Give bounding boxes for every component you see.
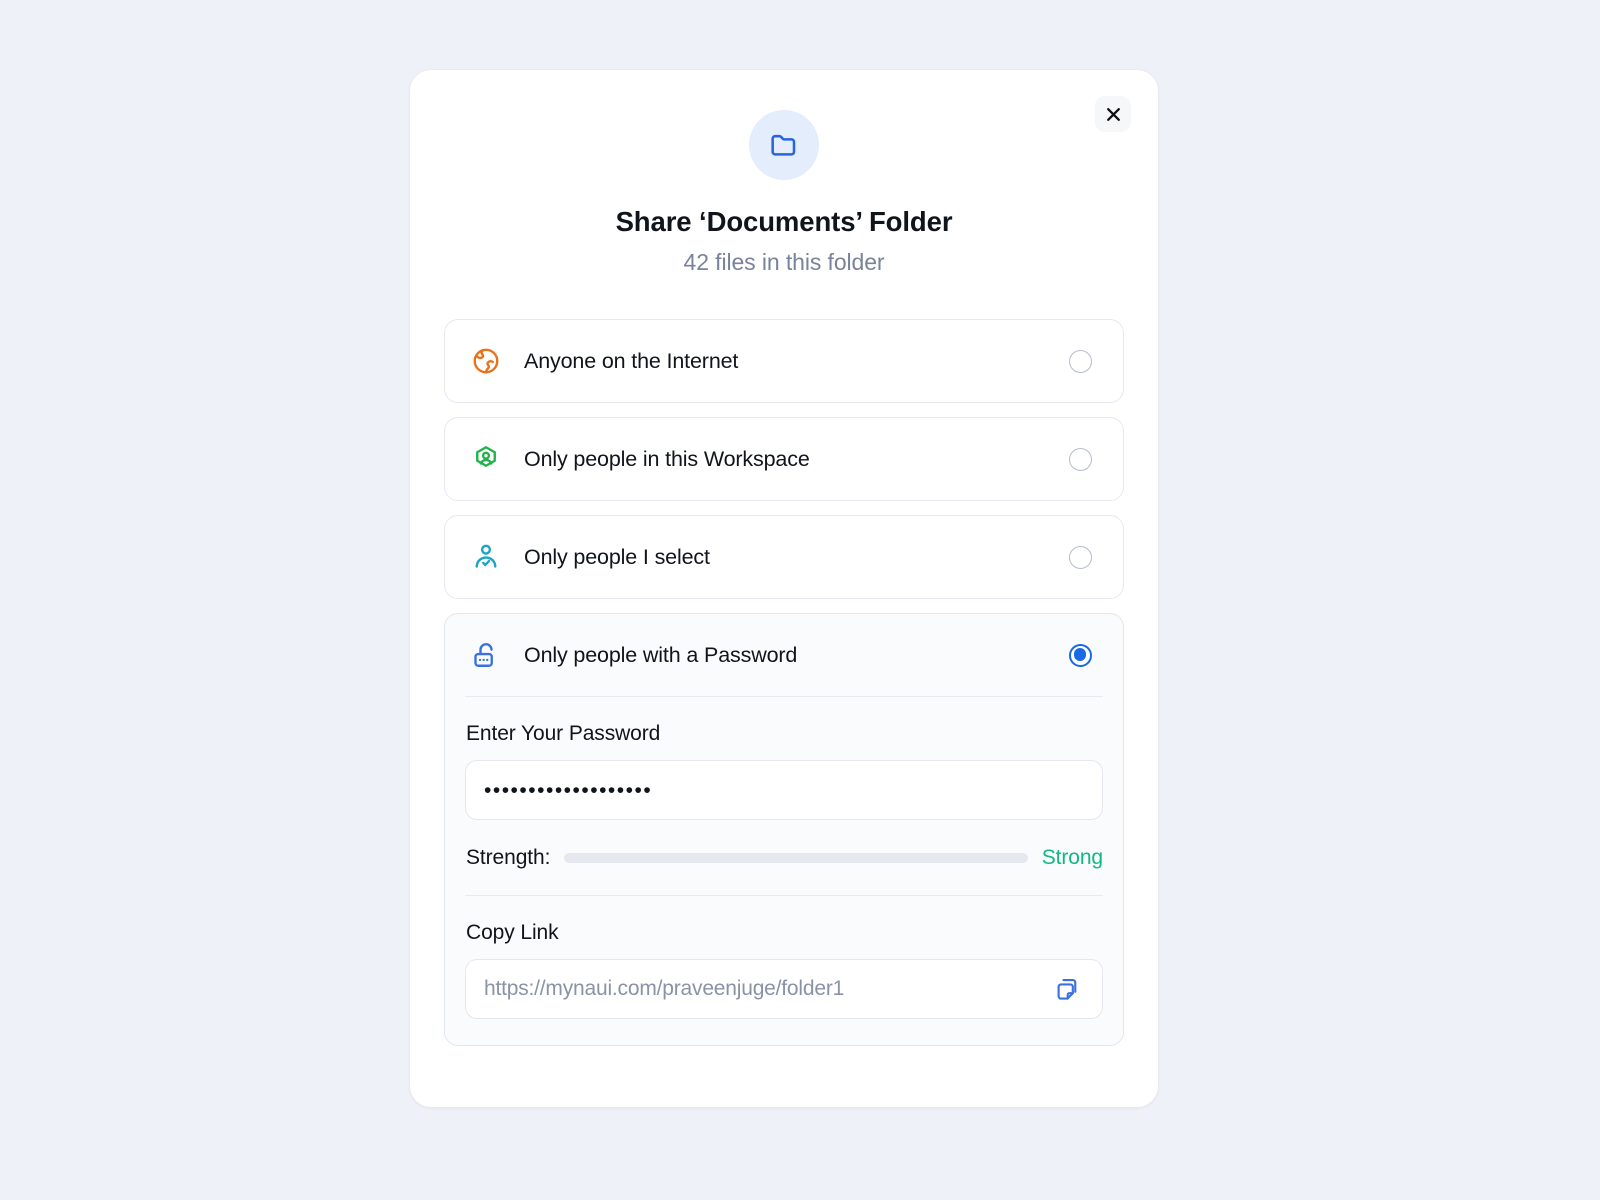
copy-link-label: Copy Link: [466, 921, 559, 944]
panel-divider-top: [465, 696, 1103, 697]
app-root: Share ‘Documents’ Folder 42 files in thi…: [0, 0, 1600, 1200]
share-option-label: Anyone on the Internet: [524, 348, 739, 373]
share-option-label: Only people I select: [524, 544, 710, 569]
password-masked-value: •••••••••••••••••••: [484, 778, 653, 802]
radio-anyone-internet[interactable]: [1069, 349, 1092, 373]
share-option-label: Only people in this Workspace: [524, 446, 810, 471]
share-link-value: https://mynaui.com/praveenjuge/folder1: [484, 977, 845, 1000]
file-count-subtitle: 42 files in this folder: [683, 249, 885, 275]
user-check-icon: [467, 538, 505, 576]
radio-workspace-people[interactable]: [1069, 447, 1092, 471]
strength-label: Strength:: [466, 846, 551, 869]
page-title: Share ‘Documents’ Folder: [615, 206, 953, 237]
password-field-label: Enter Your Password: [466, 722, 661, 745]
copy-link-input[interactable]: https://mynaui.com/praveenjuge/folder1: [465, 959, 1103, 1019]
folder-icon: [749, 110, 819, 180]
share-folder-modal: Share ‘Documents’ Folder 42 files in thi…: [409, 69, 1159, 1108]
share-option-workspace-people[interactable]: Only people in this Workspace: [444, 417, 1124, 501]
close-icon[interactable]: [1095, 96, 1131, 132]
unlock-icon: [467, 636, 505, 674]
copy-icon[interactable]: [1050, 972, 1084, 1006]
password-input[interactable]: •••••••••••••••••••: [465, 760, 1103, 820]
radio-password-people[interactable]: [1069, 643, 1092, 667]
strength-bar-track: [564, 853, 1028, 863]
panel-divider-bottom: [465, 895, 1103, 896]
password-panel: Enter Your Password ••••••••••••••••••• …: [445, 696, 1123, 1045]
share-option-password-people[interactable]: Only people with a Password Enter Your P…: [444, 613, 1124, 1046]
share-option-label: Only people with a Password: [524, 642, 798, 667]
share-option-selected-people[interactable]: Only people I select: [444, 515, 1124, 599]
share-options-list: Anyone on the Internet Only people in th…: [410, 319, 1158, 1046]
strength-value: Strong: [1041, 846, 1103, 869]
password-strength-row: Strength: Strong: [466, 846, 1103, 870]
modal-header: Share ‘Documents’ Folder 42 files in thi…: [410, 70, 1158, 276]
user-hexagon-icon: [467, 440, 505, 478]
share-option-anyone-internet[interactable]: Anyone on the Internet: [444, 319, 1124, 403]
globe-icon: [467, 342, 505, 380]
radio-selected-people[interactable]: [1069, 545, 1092, 569]
